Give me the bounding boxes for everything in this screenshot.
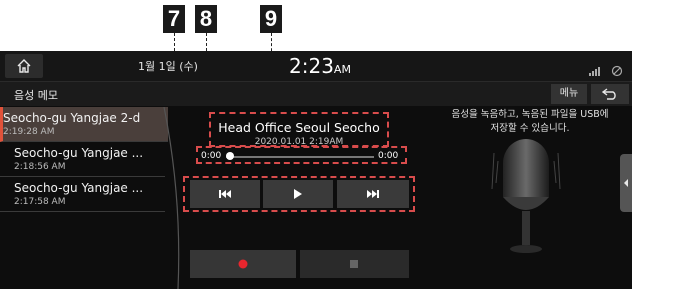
callout-box-7 xyxy=(183,176,415,212)
callout-7: 7 xyxy=(163,5,185,33)
hint-line-1: 음성을 녹음하고, 녹음된 파일을 USB에 xyxy=(451,109,609,120)
system-icons xyxy=(588,60,623,79)
signal-icon xyxy=(589,66,600,76)
back-button[interactable] xyxy=(591,84,629,104)
home-button[interactable] xyxy=(5,54,43,78)
recording-title: Seocho-gu Yangjae ... xyxy=(14,181,144,195)
recording-time: 2:19:28 AM xyxy=(3,127,55,137)
clock-ampm: AM xyxy=(333,63,351,76)
stop-button[interactable] xyxy=(300,250,409,278)
voice-memo-screen: 1월 1일 (수) 2:23AM 음성 메모 메뉴 Seocho-gu Yang… xyxy=(0,51,632,289)
recording-title: Seocho-gu Yangjae ... xyxy=(14,146,144,160)
callout-box-9 xyxy=(209,112,389,147)
clock-time: 2:23 xyxy=(289,54,334,78)
stop-icon xyxy=(350,260,358,268)
hint-text: 음성을 녹음하고, 녹음된 파일을 USB에 저장할 수 있습니다. xyxy=(430,108,630,136)
title-bar: 음성 메모 메뉴 xyxy=(0,82,632,106)
list-item-recording-3[interactable]: Seocho-gu Yangjae ... 2:17:58 AM xyxy=(0,177,165,212)
status-date: 1월 1일 (수) xyxy=(138,60,198,73)
recording-time: 2:18:56 AM xyxy=(14,162,66,172)
status-clock: 2:23AM xyxy=(289,53,351,83)
microphone-icon xyxy=(491,139,561,253)
side-panel-tab[interactable] xyxy=(620,154,632,212)
back-icon xyxy=(602,88,616,100)
callout-8: 8 xyxy=(195,5,217,33)
callout-box-8 xyxy=(196,146,407,164)
recording-title: Seocho-gu Yangjae 2-d xyxy=(3,111,141,125)
recording-time: 2:17:58 AM xyxy=(14,197,66,207)
callout-9: 9 xyxy=(260,5,282,33)
menu-button[interactable]: 메뉴 xyxy=(551,84,587,104)
record-icon xyxy=(238,259,248,269)
record-button[interactable] xyxy=(190,250,296,278)
chevron-left-icon xyxy=(624,179,628,187)
list-item-recording-2[interactable]: Seocho-gu Yangjae ... 2:18:56 AM xyxy=(0,142,165,177)
recording-list: Seocho-gu Yangjae 2-d 2:19:28 AM Seocho-… xyxy=(0,107,168,289)
home-icon xyxy=(17,59,31,73)
sync-icon xyxy=(611,65,623,76)
page-title: 음성 메모 xyxy=(14,89,58,102)
status-bar: 1월 1일 (수) 2:23AM xyxy=(0,51,632,82)
list-item-recording-1[interactable]: Seocho-gu Yangjae 2-d 2:19:28 AM xyxy=(0,107,168,142)
